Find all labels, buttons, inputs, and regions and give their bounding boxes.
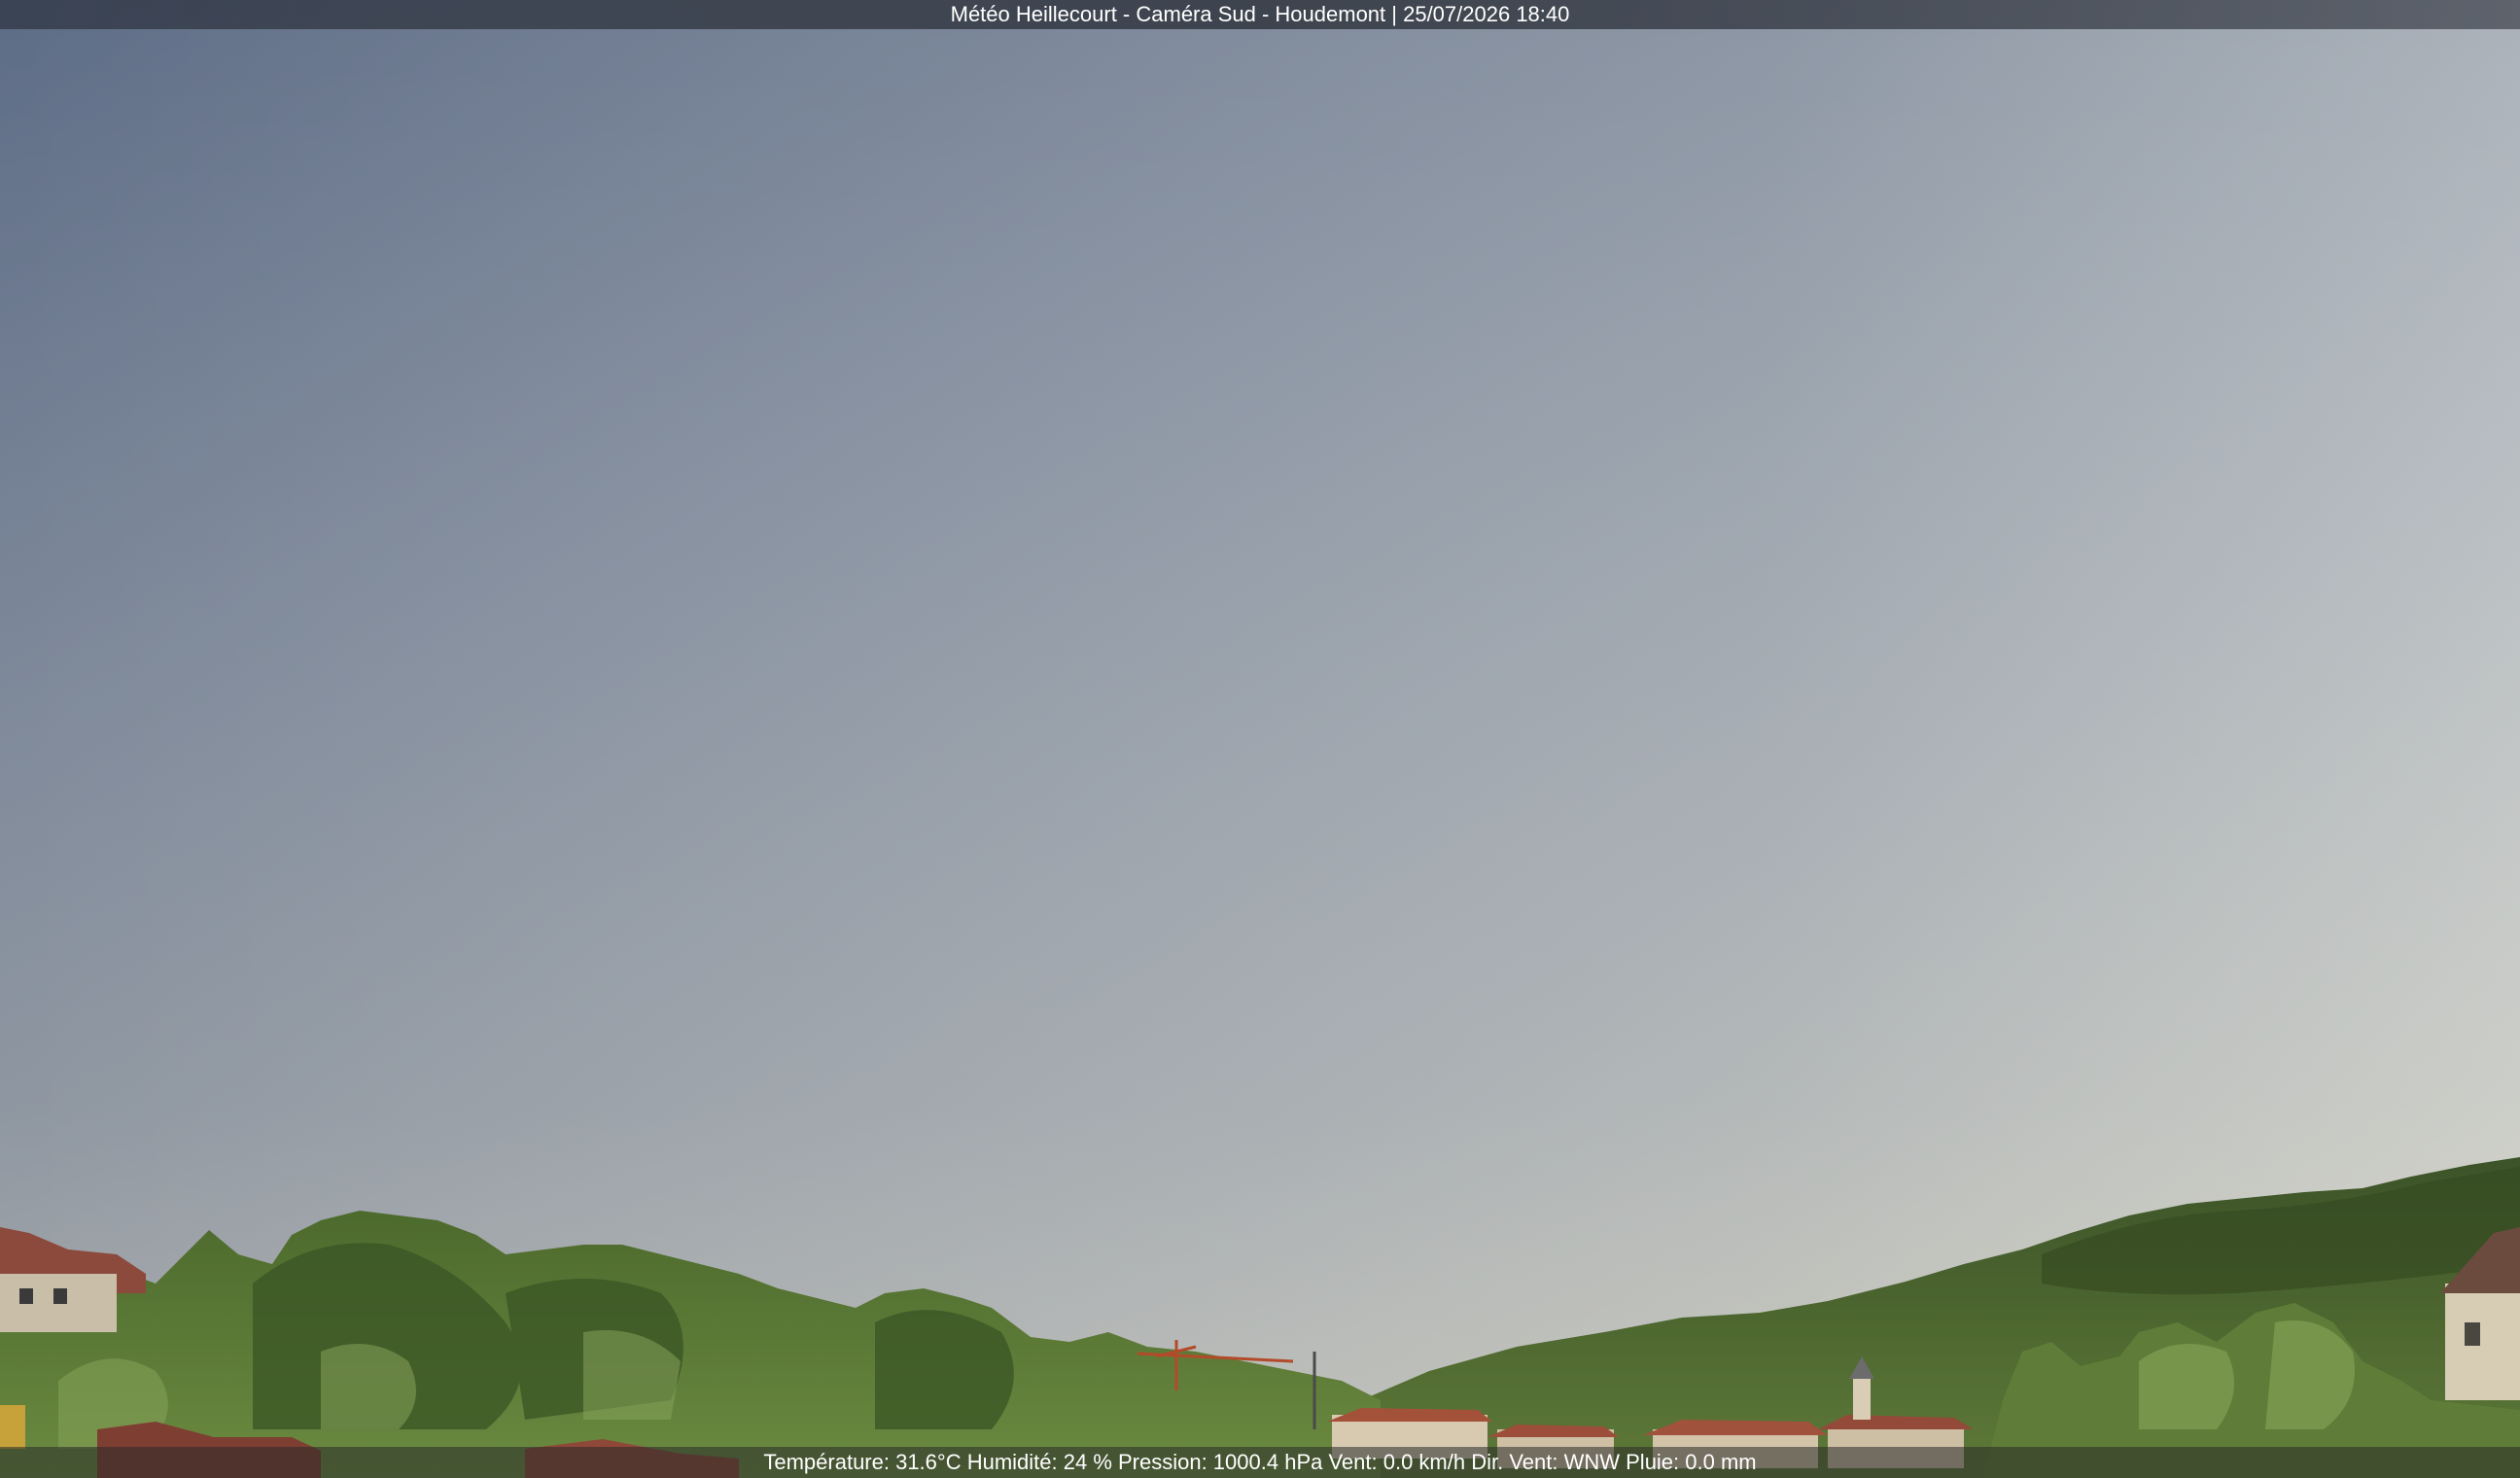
webcam-scene: [0, 0, 2520, 1478]
church-tower: [1853, 1376, 1871, 1420]
webcam-header-overlay: Météo Heillecourt - Caméra Sud - Houdemo…: [0, 0, 2520, 29]
right-house-window: [2465, 1322, 2480, 1346]
right-house-wall: [2445, 1284, 2520, 1400]
yellow-wall: [0, 1405, 25, 1449]
left-house-window: [19, 1288, 33, 1304]
left-house-window: [53, 1288, 67, 1304]
weather-readout-overlay: Température: 31.6°C Humidité: 24 % Press…: [0, 1447, 2520, 1478]
